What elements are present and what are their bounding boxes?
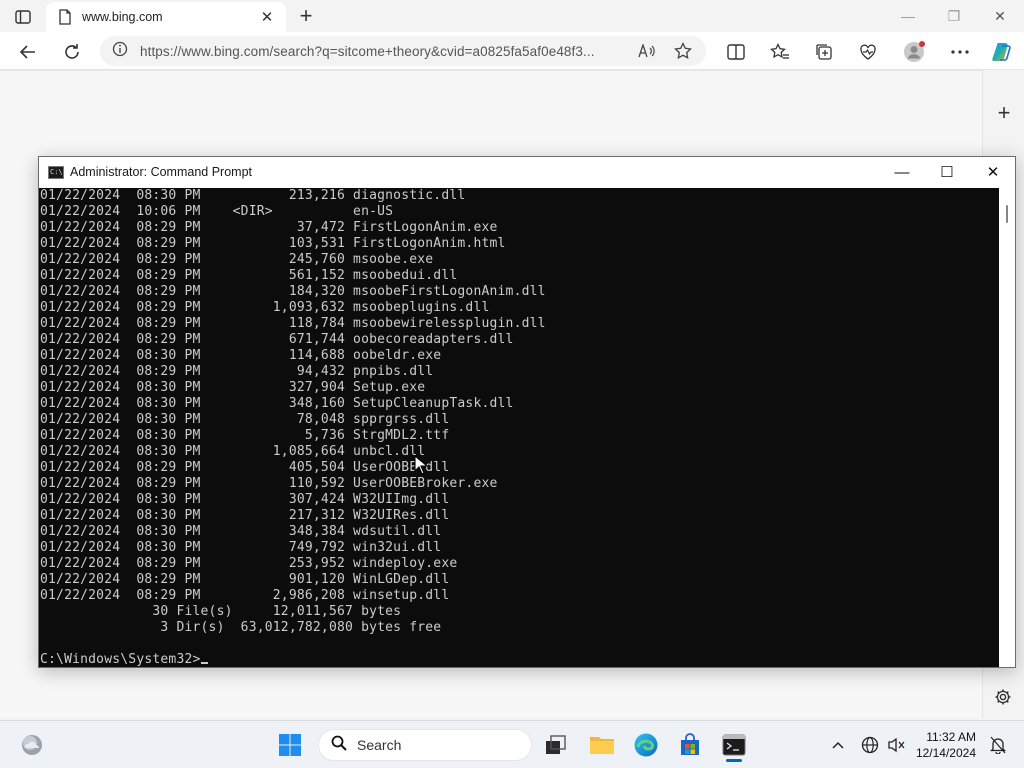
console-output[interactable]: 01/22/2024 08:30 PM 213,216 diagnostic.d…	[39, 188, 999, 667]
collections-icon[interactable]	[810, 38, 838, 66]
edge-browser-icon[interactable]	[630, 729, 662, 761]
favorites-icon[interactable]	[766, 38, 794, 66]
back-arrow-icon[interactable]	[14, 38, 42, 66]
console-line: 01/22/2024 08:30 PM 213,216 diagnostic.d…	[40, 188, 466, 203]
system-clock[interactable]: 11:32 AM 12/14/2024	[910, 729, 976, 761]
sidebar-settings-icon[interactable]	[992, 686, 1014, 708]
copilot-icon[interactable]	[988, 38, 1016, 66]
active-app-indicator	[726, 759, 742, 762]
command-prompt-window: C:\ Administrator: Command Prompt — ☐ ✕ …	[38, 156, 1016, 668]
cmd-app-icon: C:\	[48, 166, 64, 179]
browser-minimize-button[interactable]: —	[890, 4, 926, 28]
console-line: 01/22/2024 08:30 PM 5,736 StrgMDL2.ttf	[40, 428, 450, 443]
cmd-maximize-button[interactable]: ☐	[924, 157, 970, 187]
cmd-title-bar[interactable]: C:\ Administrator: Command Prompt — ☐ ✕	[39, 157, 1015, 188]
console-line: 01/22/2024 08:29 PM 184,320 msoobeFirstL…	[40, 284, 546, 299]
console-line: 01/22/2024 08:29 PM 103,531 FirstLogonAn…	[40, 236, 506, 251]
console-line: 01/22/2024 08:30 PM 78,048 spprgrss.dll	[40, 412, 450, 427]
console-line: 01/22/2024 08:30 PM 114,688 oobeldr.exe	[40, 348, 442, 363]
cmd-minimize-button[interactable]: —	[879, 157, 925, 187]
address-bar[interactable]: https://www.bing.com/search?q=sitcome+th…	[100, 36, 706, 66]
sidebar-add-icon[interactable]: +	[993, 100, 1015, 125]
console-line: 01/22/2024 08:29 PM 2,986,208 winsetup.d…	[40, 588, 450, 603]
console-line: 01/22/2024 10:06 PM <DIR> en-US	[40, 204, 394, 219]
text-cursor	[200, 662, 208, 664]
clock-time: 11:32 AM	[926, 730, 976, 744]
more-options-icon[interactable]	[946, 38, 974, 66]
browser-restore-button[interactable]: ❐	[936, 4, 972, 28]
cmd-close-button[interactable]: ✕	[970, 157, 1016, 187]
file-explorer-icon[interactable]	[586, 729, 618, 761]
weather-widget-icon[interactable]	[16, 729, 48, 761]
browser-toolbar: https://www.bing.com/search?q=sitcome+th…	[0, 32, 1024, 70]
console-line: 01/22/2024 08:29 PM 405,504 UserOOBE.dll	[40, 460, 450, 475]
show-hidden-icons-chevron-icon[interactable]	[828, 735, 848, 755]
taskbar-search-label: Search	[357, 737, 402, 753]
scrollbar-thumb[interactable]	[1006, 205, 1008, 223]
console-line: 01/22/2024 08:30 PM 217,312 W32UIRes.dll	[40, 508, 450, 523]
console-line: 01/22/2024 08:29 PM 901,120 WinLGDep.dll	[40, 572, 450, 587]
page-favicon-icon	[56, 9, 72, 25]
new-tab-button[interactable]: +	[294, 4, 318, 28]
cmd-window-title: Administrator: Command Prompt	[70, 165, 253, 179]
console-scrollbar[interactable]	[999, 188, 1015, 667]
browser-close-button[interactable]: ✕	[982, 4, 1018, 28]
clock-date: 12/14/2024	[915, 746, 976, 760]
console-line: 01/22/2024 08:29 PM 37,472 FirstLogonAni…	[40, 220, 498, 235]
microsoft-store-icon[interactable]	[674, 729, 706, 761]
address-url-text: https://www.bing.com/search?q=sitcome+th…	[140, 43, 595, 59]
site-info-icon[interactable]	[112, 41, 128, 62]
console-line: 01/22/2024 08:30 PM 327,904 Setup.exe	[40, 380, 426, 395]
console-line: 01/22/2024 08:30 PM 749,792 win32ui.dll	[40, 540, 442, 555]
volume-muted-icon[interactable]	[886, 735, 906, 755]
console-line: 01/22/2024 08:29 PM 671,744 oobecoreadap…	[40, 332, 514, 347]
network-globe-icon[interactable]	[860, 735, 880, 755]
console-line: 01/22/2024 08:30 PM 307,424 W32UIImg.dll	[40, 492, 450, 507]
browser-tab-bar: www.bing.com ✕ + — ❐ ✕	[0, 0, 1024, 32]
console-line: 01/22/2024 08:30 PM 348,160 SetupCleanup…	[40, 396, 514, 411]
windows-taskbar: Search 11:32 AM 12/14/2024	[0, 720, 1024, 768]
browser-essentials-icon[interactable]	[854, 38, 882, 66]
console-prompt-line: C:\Windows\System32>	[40, 652, 999, 667]
console-line: 01/22/2024 08:29 PM 94,432 pnpibs.dll	[40, 364, 434, 379]
console-line: 01/22/2024 08:29 PM 110,592 UserOOBEBrok…	[40, 476, 498, 491]
mouse-cursor-icon	[414, 454, 429, 475]
refresh-icon[interactable]	[58, 38, 86, 66]
console-text: 01/22/2024 08:30 PM 213,216 diagnostic.d…	[39, 188, 999, 667]
tab-close-icon[interactable]: ✕	[258, 8, 276, 26]
notifications-bell-icon[interactable]	[988, 735, 1008, 755]
read-aloud-icon[interactable]	[636, 40, 658, 62]
tab-actions-icon[interactable]	[12, 6, 34, 28]
start-button-windows-icon[interactable]	[274, 729, 306, 761]
console-line: 01/22/2024 08:29 PM 1,093,632 msoobeplug…	[40, 300, 490, 315]
tab-title: www.bing.com	[82, 10, 163, 24]
command-prompt-taskbar-icon[interactable]	[718, 729, 750, 761]
console-line: 01/22/2024 08:29 PM 253,952 windeploy.ex…	[40, 556, 458, 571]
console-line: 01/22/2024 08:29 PM 245,760 msoobe.exe	[40, 252, 434, 267]
favorite-star-icon[interactable]	[672, 40, 694, 62]
console-line: 3 Dir(s) 63,012,782,080 bytes free	[40, 620, 442, 635]
task-view-icon[interactable]	[540, 729, 572, 761]
console-line: 01/22/2024 08:30 PM 1,085,664 unbcl.dll	[40, 444, 426, 459]
taskbar-search-box[interactable]: Search	[318, 729, 532, 761]
split-screen-icon[interactable]	[722, 38, 750, 66]
console-line: 01/22/2024 08:29 PM 561,152 msoobedui.dl…	[40, 268, 458, 283]
console-line: 01/22/2024 08:30 PM 348,384 wdsutil.dll	[40, 524, 442, 539]
browser-tab-bing[interactable]: www.bing.com ✕	[46, 2, 286, 32]
taskbar-search-icon	[331, 735, 347, 756]
console-line: 30 File(s) 12,011,567 bytes	[40, 604, 402, 619]
profile-avatar[interactable]	[900, 38, 928, 66]
console-line: 01/22/2024 08:29 PM 118,784 msoobewirele…	[40, 316, 546, 331]
